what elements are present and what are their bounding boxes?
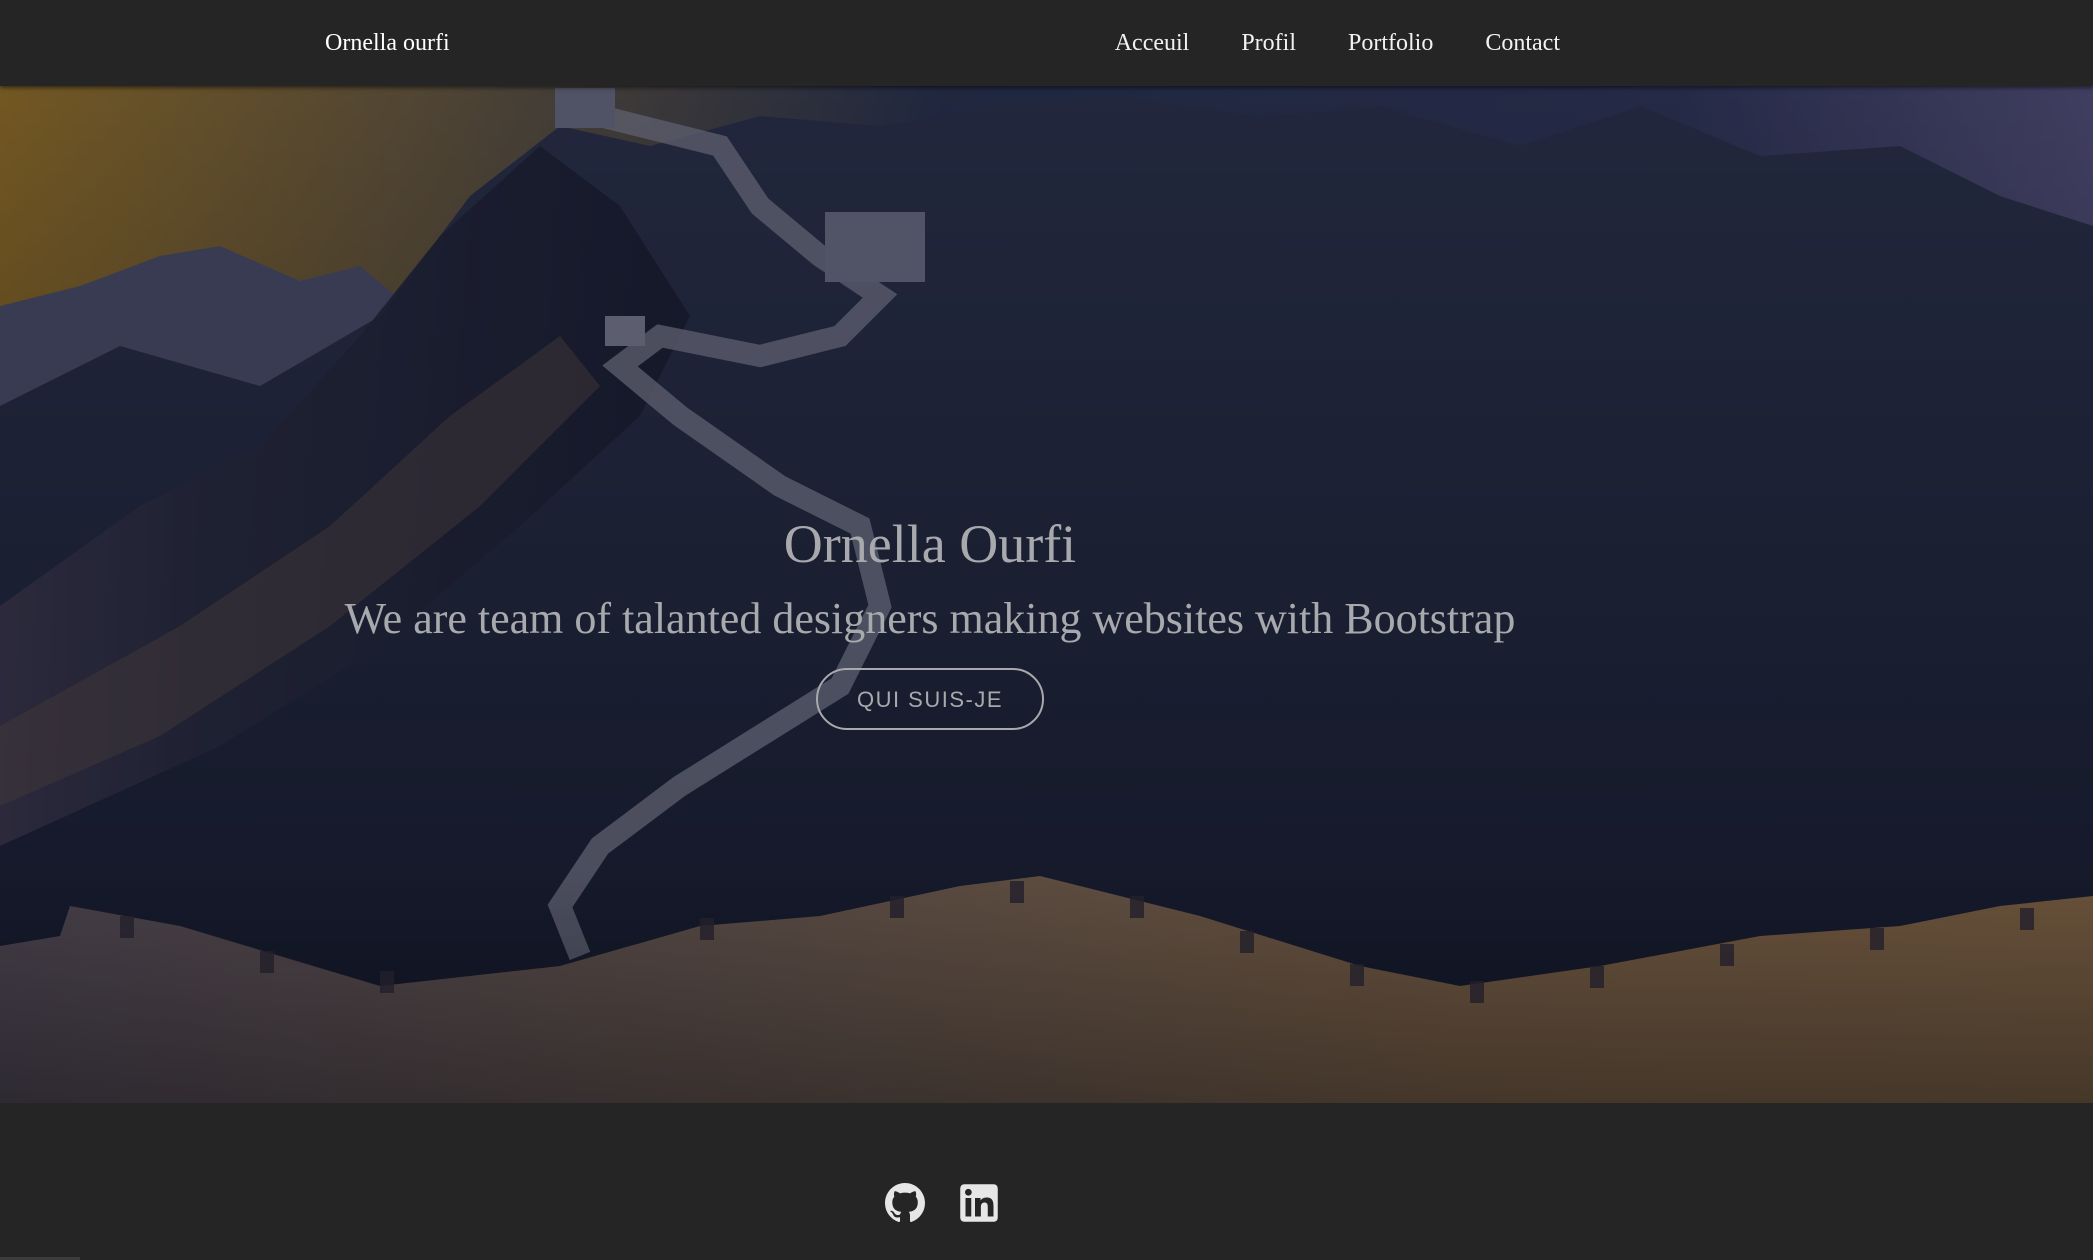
linkedin-icon [960,1184,998,1222]
nav-item-profil: Profil [1241,28,1296,58]
linkedin-link[interactable] [959,1183,999,1223]
nav-link-acceuil[interactable]: Acceuil [1115,30,1190,56]
hero-section: Ornella Ourfi We are team of talanted de… [0,86,2093,1103]
github-link[interactable] [885,1183,925,1223]
nav-link-portfolio[interactable]: Portfolio [1348,30,1433,56]
footer [0,1103,2093,1260]
nav-item-acceuil: Acceuil [1115,28,1190,58]
nav-link-profil[interactable]: Profil [1241,30,1296,56]
nav-menu: Acceuil Profil Portfolio Contact [1115,28,1560,58]
github-icon [885,1183,925,1223]
navbar: Ornella ourfi Acceuil Profil Portfolio C… [0,0,2093,86]
nav-item-portfolio: Portfolio [1348,28,1433,58]
hero-title: Ornella Ourfi [783,514,1077,574]
brand-link[interactable]: Ornella ourfi [325,28,450,58]
hero-subtitle: We are team of talanted designers making… [344,594,1516,643]
nav-item-contact: Contact [1485,28,1560,58]
nav-link-contact[interactable]: Contact [1485,30,1560,56]
hero-content: Ornella Ourfi We are team of talanted de… [0,86,1860,1103]
qui-suis-je-button[interactable]: QUI SUIS-JE [816,668,1044,730]
